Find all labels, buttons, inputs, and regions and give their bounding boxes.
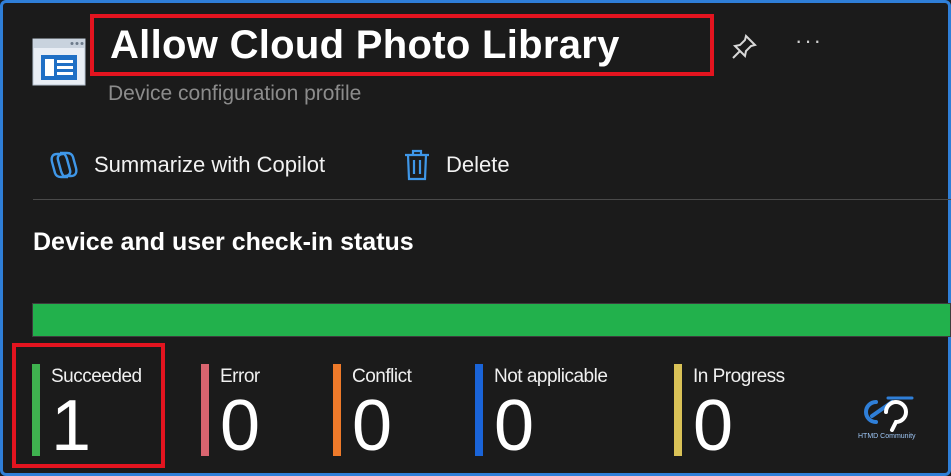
stat-color-bar (201, 364, 209, 456)
stat-color-bar (475, 364, 483, 456)
trash-icon (405, 149, 429, 181)
stat-value: 0 (494, 386, 535, 466)
copilot-icon (50, 151, 78, 179)
stat-color-bar (32, 364, 40, 456)
stat-label: Succeeded (51, 366, 142, 387)
stat-value: 0 (220, 386, 261, 466)
summarize-with-copilot-button[interactable]: Summarize with Copilot (48, 146, 325, 184)
toolbar-divider (33, 199, 951, 200)
stat-in-progress[interactable]: In Progress 0 (674, 364, 814, 466)
profile-document-icon (32, 38, 86, 86)
stat-succeeded[interactable]: Succeeded 1 (32, 364, 152, 466)
stat-color-bar (674, 364, 682, 456)
more-options-icon[interactable]: ··· (795, 28, 823, 54)
page-title: Allow Cloud Photo Library (110, 22, 620, 67)
section-title: Device and user check-in status (33, 228, 414, 256)
page-subtitle: Device configuration profile (108, 82, 362, 105)
title-highlight-box: Allow Cloud Photo Library (90, 14, 714, 76)
copilot-button-label: Summarize with Copilot (94, 152, 326, 177)
delete-button-label: Delete (446, 152, 510, 177)
stat-label: Error (220, 366, 260, 387)
stat-conflict[interactable]: Conflict 0 (333, 364, 453, 466)
htmd-community-logo (852, 392, 932, 452)
stat-value: 1 (51, 386, 92, 466)
check-in-progress-bar (32, 303, 951, 337)
stat-label: Conflict (352, 366, 412, 387)
stat-not-applicable[interactable]: Not applicable 0 (475, 364, 645, 466)
stat-value: 0 (693, 386, 734, 466)
stat-label: Not applicable (494, 366, 608, 387)
logo-caption: HTMD Community (858, 433, 916, 440)
progress-bar-fill (33, 304, 950, 336)
stat-error[interactable]: Error 0 (201, 364, 311, 466)
stat-value: 0 (352, 386, 393, 466)
pin-icon[interactable] (730, 33, 758, 61)
stat-label: In Progress (693, 366, 785, 387)
delete-button[interactable]: Delete (402, 146, 510, 184)
stat-color-bar (333, 364, 341, 456)
